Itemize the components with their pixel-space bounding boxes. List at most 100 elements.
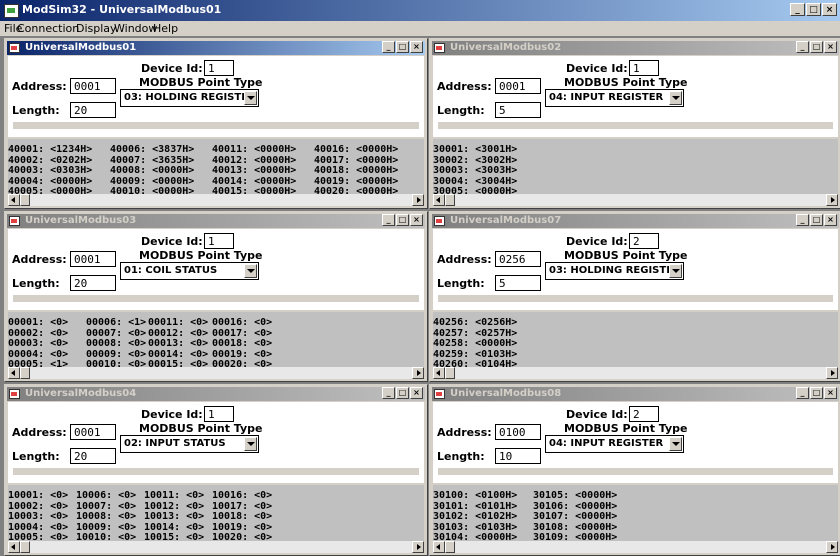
address-label: Address: <box>12 426 67 439</box>
scroll-right-icon[interactable] <box>826 541 838 553</box>
point-type-select[interactable]: 04: INPUT REGISTER <box>545 435 684 453</box>
window-title-bar[interactable]: UniversalModbus01 _ □ × <box>7 41 425 55</box>
point-type-select[interactable]: 03: HOLDING REGISTER <box>120 89 259 107</box>
close-button[interactable]: × <box>410 387 423 399</box>
address-field[interactable]: 0001 <box>495 78 541 94</box>
chevron-down-icon[interactable] <box>244 264 257 278</box>
modbus-window[interactable]: UniversalModbus04 _ □ × Device Id: 1 MOD… <box>4 384 428 556</box>
length-field[interactable]: 20 <box>70 275 116 291</box>
restore-button[interactable]: □ <box>810 387 823 399</box>
menu-window[interactable]: Window <box>114 22 157 35</box>
close-button[interactable]: × <box>824 214 837 226</box>
restore-button[interactable]: □ <box>396 41 409 53</box>
minimize-button[interactable]: _ <box>382 214 395 226</box>
scroll-right-icon[interactable] <box>826 194 838 206</box>
scroll-right-icon[interactable] <box>826 367 838 379</box>
device-id-field[interactable]: 1 <box>629 60 659 76</box>
modbus-window[interactable]: UniversalModbus08 _ □ × Device Id: 2 MOD… <box>429 384 840 556</box>
chevron-down-icon[interactable] <box>244 437 257 451</box>
register-values-area[interactable]: 30001: <3001H> 30002: <3002H> 30003: <30… <box>433 139 838 194</box>
scroll-left-icon[interactable] <box>8 367 20 379</box>
window-title-bar[interactable]: UniversalModbus07 _ □ × <box>432 214 839 228</box>
window-title: UniversalModbus04 <box>25 388 137 399</box>
window-title-bar[interactable]: UniversalModbus02 _ □ × <box>432 41 839 55</box>
horizontal-scrollbar[interactable] <box>8 367 424 379</box>
horizontal-scrollbar[interactable] <box>433 541 838 553</box>
register-values-area[interactable]: 30100: <0100H> 30101: <0101H> 30102: <01… <box>433 485 838 541</box>
window-title-bar[interactable]: UniversalModbus04 _ □ × <box>7 387 425 401</box>
register-values-area[interactable]: 10001: <0> 10002: <0> 10003: <0> 10004: … <box>8 485 424 541</box>
close-button[interactable]: × <box>410 41 423 53</box>
app-close-button[interactable]: × <box>822 3 837 16</box>
close-button[interactable]: × <box>824 41 837 53</box>
scroll-left-icon[interactable] <box>433 541 445 553</box>
restore-button[interactable]: □ <box>396 214 409 226</box>
horizontal-scrollbar[interactable] <box>433 367 838 379</box>
minimize-button[interactable]: _ <box>382 41 395 53</box>
modbus-window[interactable]: UniversalModbus07 _ □ × Device Id: 2 MOD… <box>429 211 840 382</box>
minimize-button[interactable]: _ <box>796 214 809 226</box>
register-values-area[interactable]: 40256: <0256H> 40257: <0257H> 40258: <00… <box>433 312 838 367</box>
close-button[interactable]: × <box>410 214 423 226</box>
chevron-down-icon[interactable] <box>669 91 682 105</box>
point-type-select[interactable]: 03: HOLDING REGISTER <box>545 262 684 280</box>
point-type-select[interactable]: 01: COIL STATUS <box>120 262 259 280</box>
scroll-right-icon[interactable] <box>412 367 424 379</box>
point-type-select[interactable]: 04: INPUT REGISTER <box>545 89 684 107</box>
scroll-thumb[interactable] <box>445 194 455 206</box>
restore-button[interactable]: □ <box>810 214 823 226</box>
scroll-thumb[interactable] <box>445 541 455 553</box>
point-type-select[interactable]: 02: INPUT STATUS <box>120 435 259 453</box>
scroll-right-icon[interactable] <box>412 541 424 553</box>
menu-help[interactable]: Help <box>153 22 178 35</box>
scroll-left-icon[interactable] <box>8 541 20 553</box>
device-id-field[interactable]: 1 <box>204 233 234 249</box>
chevron-down-icon[interactable] <box>669 264 682 278</box>
horizontal-scrollbar[interactable] <box>8 194 424 206</box>
length-field[interactable]: 20 <box>70 102 116 118</box>
device-id-field[interactable]: 1 <box>204 406 234 422</box>
scroll-thumb[interactable] <box>20 367 30 379</box>
length-field[interactable]: 5 <box>495 275 541 291</box>
address-field[interactable]: 0001 <box>70 78 116 94</box>
address-field[interactable]: 0001 <box>70 251 116 267</box>
length-field[interactable]: 10 <box>495 448 541 464</box>
window-title-bar[interactable]: UniversalModbus08 _ □ × <box>432 387 839 401</box>
modbus-window[interactable]: UniversalModbus02 _ □ × Device Id: 1 MOD… <box>429 38 840 209</box>
minimize-button[interactable]: _ <box>796 41 809 53</box>
scroll-thumb[interactable] <box>445 367 455 379</box>
menu-connection[interactable]: Connection <box>17 22 79 35</box>
modbus-window[interactable]: UniversalModbus01 _ □ × Device Id: 1 MOD… <box>4 38 428 209</box>
scroll-thumb[interactable] <box>20 194 30 206</box>
device-id-field[interactable]: 2 <box>629 406 659 422</box>
device-id-field[interactable]: 2 <box>629 233 659 249</box>
chevron-down-icon[interactable] <box>669 437 682 451</box>
register-values-area[interactable]: 40001: <1234H> 40002: <0202H> 40003: <03… <box>8 139 424 194</box>
close-button[interactable]: × <box>824 387 837 399</box>
length-field[interactable]: 20 <box>70 448 116 464</box>
horizontal-scrollbar[interactable] <box>433 194 838 206</box>
restore-button[interactable]: □ <box>810 41 823 53</box>
scroll-thumb[interactable] <box>20 541 30 553</box>
address-field[interactable]: 0100 <box>495 424 541 440</box>
window-title-bar[interactable]: UniversalModbus03 _ □ × <box>7 214 425 228</box>
modbus-window[interactable]: UniversalModbus03 _ □ × Device Id: 1 MOD… <box>4 211 428 382</box>
length-field[interactable]: 5 <box>495 102 541 118</box>
scroll-left-icon[interactable] <box>433 194 445 206</box>
menu-display[interactable]: Display <box>76 22 117 35</box>
app-minimize-button[interactable]: _ <box>790 3 805 16</box>
app-restore-button[interactable]: □ <box>806 3 821 16</box>
minimize-button[interactable]: _ <box>382 387 395 399</box>
minimize-button[interactable]: _ <box>796 387 809 399</box>
scroll-left-icon[interactable] <box>8 194 20 206</box>
register-values-area[interactable]: 00001: <0> 00002: <0> 00003: <0> 00004: … <box>8 312 424 367</box>
device-id-field[interactable]: 1 <box>204 60 234 76</box>
window-icon <box>434 389 445 399</box>
restore-button[interactable]: □ <box>396 387 409 399</box>
scroll-left-icon[interactable] <box>433 367 445 379</box>
chevron-down-icon[interactable] <box>244 91 257 105</box>
address-field[interactable]: 0256 <box>495 251 541 267</box>
scroll-right-icon[interactable] <box>412 194 424 206</box>
address-field[interactable]: 0001 <box>70 424 116 440</box>
horizontal-scrollbar[interactable] <box>8 541 424 553</box>
